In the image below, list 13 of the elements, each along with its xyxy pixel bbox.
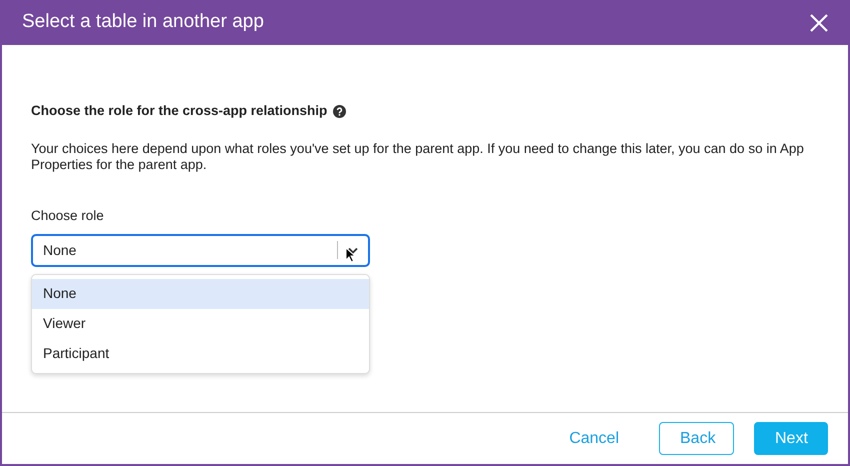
close-icon bbox=[810, 14, 828, 32]
description-text: Your choices here depend upon what roles you've set up for the parent app. If you need to change this later, you can do so in App Properties for the parent app. bbox=[31, 141, 805, 174]
chevron-icon bbox=[348, 246, 358, 254]
help-icon[interactable] bbox=[333, 104, 346, 118]
field-label: Choose role bbox=[31, 206, 105, 225]
dropdown-option[interactable]: Participant bbox=[32, 338, 369, 369]
dropdown-option[interactable]: None bbox=[32, 278, 369, 309]
role-dropdown[interactable]: None bbox=[31, 234, 370, 267]
dropdown-option[interactable]: Viewer bbox=[32, 308, 369, 339]
section-heading: Choose the role for the cross-app relationship bbox=[31, 102, 328, 120]
cursor-icon bbox=[345, 246, 356, 263]
close-button[interactable] bbox=[810, 14, 828, 32]
dialog-title: Select a table in another app bbox=[22, 10, 264, 34]
